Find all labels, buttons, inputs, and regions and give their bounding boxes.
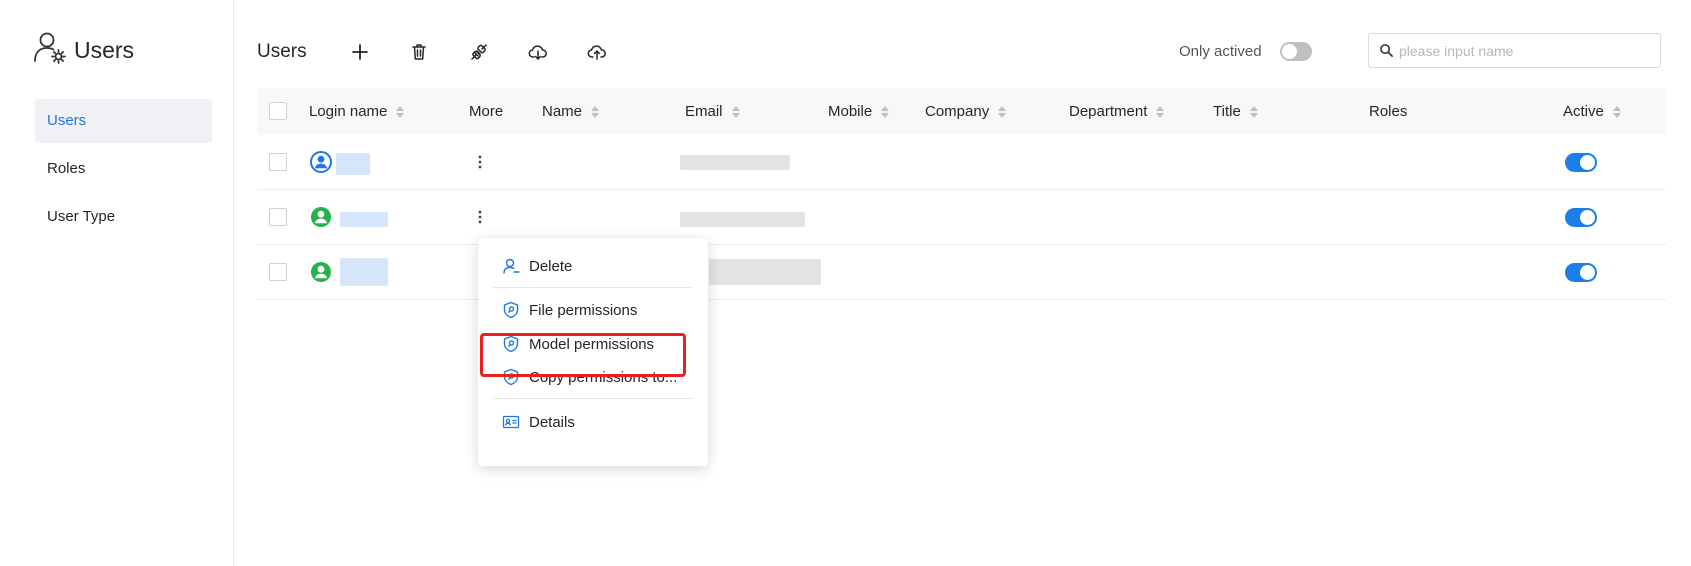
link-icon bbox=[471, 44, 487, 60]
sidebar: Users Users Roles User Type bbox=[0, 0, 234, 566]
column-header-department[interactable]: Department bbox=[1069, 103, 1165, 120]
redacted-login-name bbox=[336, 153, 370, 175]
sort-icon bbox=[731, 105, 740, 118]
users-table: Login name More Name Email Mobile Compan… bbox=[257, 88, 1666, 300]
menu-item-delete[interactable]: Delete bbox=[502, 257, 572, 275]
sort-icon bbox=[881, 105, 890, 118]
shield-key-icon bbox=[503, 335, 519, 353]
more-vertical-icon bbox=[478, 155, 482, 169]
only-actived-label: Only actived bbox=[1179, 43, 1262, 60]
column-header-roles: Roles bbox=[1369, 103, 1408, 120]
search-icon bbox=[1380, 44, 1393, 57]
table-row[interactable] bbox=[257, 190, 1666, 245]
sidebar-item-roles[interactable]: Roles bbox=[35, 147, 212, 191]
table-row[interactable] bbox=[257, 135, 1666, 190]
menu-item-file-permissions[interactable]: File permissions bbox=[502, 301, 637, 319]
row-checkbox[interactable] bbox=[269, 153, 287, 171]
column-header-more: More bbox=[469, 103, 504, 120]
download-button[interactable] bbox=[524, 38, 552, 66]
sidebar-nav: Users Roles User Type bbox=[35, 99, 212, 243]
user-settings-icon bbox=[32, 30, 68, 71]
menu-divider bbox=[493, 398, 693, 399]
add-user-button[interactable] bbox=[346, 38, 374, 66]
upload-button[interactable] bbox=[583, 38, 611, 66]
sort-icon bbox=[1249, 105, 1258, 118]
sort-icon bbox=[1156, 105, 1165, 118]
sidebar-brand: Users bbox=[32, 30, 134, 71]
delete-button[interactable] bbox=[405, 38, 433, 66]
redacted-login-name bbox=[340, 258, 388, 286]
column-header-active[interactable]: Active bbox=[1563, 103, 1621, 120]
row-checkbox[interactable] bbox=[269, 208, 287, 226]
table-row[interactable] bbox=[257, 245, 1666, 300]
table-header: Login name More Name Email Mobile Compan… bbox=[257, 88, 1666, 135]
sidebar-item-user-type[interactable]: User Type bbox=[35, 195, 212, 239]
page-title: Users bbox=[257, 41, 307, 62]
row-checkbox[interactable] bbox=[269, 263, 287, 281]
trash-icon bbox=[412, 44, 426, 60]
column-header-login-name[interactable]: Login name bbox=[309, 103, 405, 120]
redacted-email bbox=[680, 212, 805, 227]
menu-item-model-permissions[interactable]: Model permissions bbox=[502, 335, 654, 353]
user-avatar-icon bbox=[311, 262, 331, 282]
redacted-email bbox=[709, 259, 821, 285]
shield-key-icon bbox=[503, 368, 519, 386]
row-context-menu: Delete File permissions Model permission… bbox=[478, 238, 708, 466]
active-toggle[interactable] bbox=[1565, 263, 1597, 282]
user-avatar-icon bbox=[311, 207, 331, 227]
menu-item-copy-permissions[interactable]: Copy permissions to... bbox=[502, 368, 677, 386]
column-header-name[interactable]: Name bbox=[542, 103, 600, 120]
sort-icon bbox=[998, 105, 1007, 118]
cloud-download-icon bbox=[528, 45, 547, 60]
menu-divider bbox=[493, 287, 693, 288]
shield-key-icon bbox=[503, 301, 519, 319]
link-button[interactable] bbox=[465, 38, 493, 66]
sidebar-item-users[interactable]: Users bbox=[35, 99, 212, 143]
column-header-company[interactable]: Company bbox=[925, 103, 1007, 120]
search-box bbox=[1368, 33, 1661, 68]
sort-icon bbox=[591, 105, 600, 118]
add-icon bbox=[352, 44, 368, 60]
id-card-icon bbox=[502, 415, 520, 429]
more-button[interactable] bbox=[470, 150, 490, 174]
redacted-login-name bbox=[340, 212, 388, 227]
column-header-title[interactable]: Title bbox=[1213, 103, 1258, 120]
more-vertical-icon bbox=[478, 210, 482, 224]
select-all-checkbox[interactable] bbox=[269, 102, 287, 120]
sort-icon bbox=[396, 105, 405, 118]
user-remove-icon bbox=[503, 258, 520, 274]
only-actived-toggle[interactable] bbox=[1280, 42, 1312, 61]
sidebar-title: Users bbox=[74, 37, 135, 63]
active-toggle[interactable] bbox=[1565, 208, 1597, 227]
menu-item-details[interactable]: Details bbox=[502, 413, 575, 431]
column-header-mobile[interactable]: Mobile bbox=[828, 103, 890, 120]
redacted-email bbox=[680, 155, 790, 170]
active-toggle[interactable] bbox=[1565, 153, 1597, 172]
column-header-email[interactable]: Email bbox=[685, 103, 740, 120]
toolbar: Users Only actived bbox=[257, 32, 1691, 72]
user-avatar-icon bbox=[310, 151, 332, 173]
cloud-upload-icon bbox=[587, 45, 606, 60]
search-input[interactable] bbox=[1399, 42, 1649, 59]
sort-icon bbox=[1612, 105, 1621, 118]
more-button[interactable] bbox=[470, 205, 490, 229]
